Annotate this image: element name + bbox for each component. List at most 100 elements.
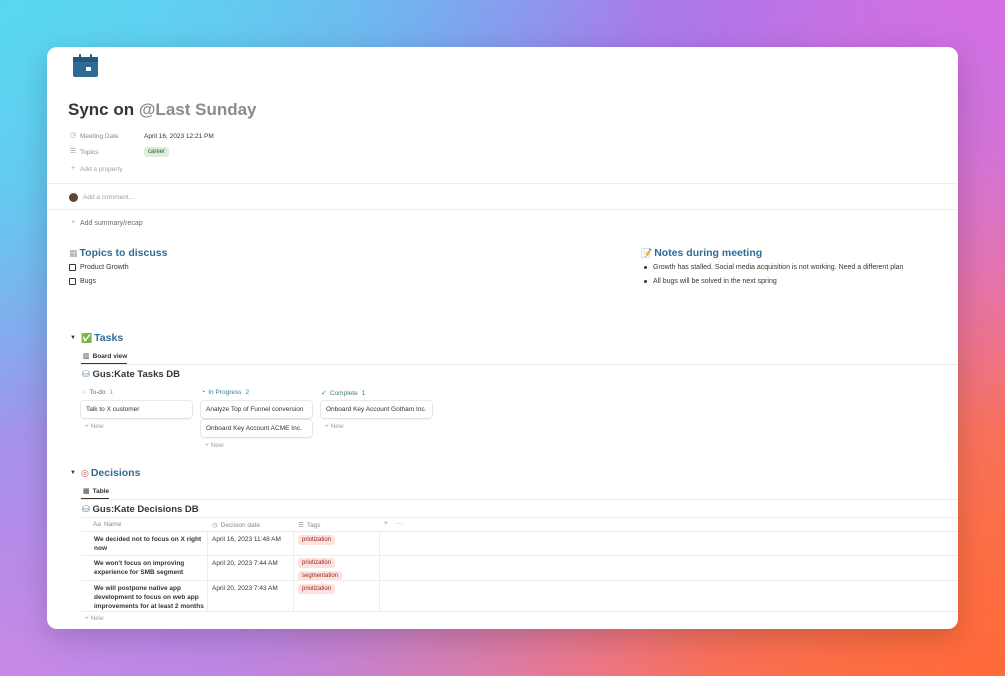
new-label: New (330, 423, 344, 430)
divider (81, 499, 958, 500)
add-column-button[interactable]: + (384, 520, 388, 527)
date-mention[interactable]: @Last Sunday (139, 100, 257, 119)
header-label: Tags (306, 521, 321, 529)
column-name: In Progress (208, 389, 242, 396)
topics-heading[interactable]: ▦ Topics to discuss (69, 247, 167, 259)
decisions-heading-text: Decisions (90, 467, 141, 479)
todo-item[interactable]: Product Growth (69, 264, 129, 271)
decision-date[interactable]: April 20, 2023 7:43 AM (212, 584, 278, 593)
checkbox[interactable] (69, 278, 76, 285)
toggle-down-icon[interactable]: ▼ (70, 470, 76, 476)
page-title-text: Sync on (68, 100, 135, 119)
topic-tag[interactable]: career (144, 147, 170, 157)
topics-heading-text: Topics to discuss (79, 247, 168, 259)
add-property-button[interactable]: + Add a property (69, 162, 123, 176)
decision-date[interactable]: April 20, 2023 7:44 AM (212, 559, 278, 568)
column-name: Complete (329, 389, 358, 397)
new-label: New (90, 423, 104, 430)
property-value[interactable]: April 16, 2023 12:21 PM (144, 133, 214, 140)
notes-heading[interactable]: 📝 Notes during meeting (641, 247, 762, 259)
tasks-heading[interactable]: ▼ ✅ Tasks (70, 332, 123, 344)
new-label: New (210, 442, 224, 449)
header-label: Name (103, 521, 122, 528)
notion-page-window: Sync on @Last Sunday ◷ Meeting Date Apri… (47, 47, 958, 629)
memo-icon: 📝 (641, 247, 653, 258)
bullet-dot (644, 280, 647, 283)
column-header-in-progress[interactable]: ◔ In Progress 2 (201, 389, 249, 396)
column-header-name[interactable]: Aa Name (93, 521, 121, 528)
new-row-button[interactable]: + New (85, 615, 104, 622)
new-task-button[interactable]: + New (85, 423, 104, 430)
column-count: 1 (361, 389, 366, 397)
todo-item[interactable]: Bugs (69, 278, 96, 285)
progress-icon: ◔ (201, 389, 206, 396)
check-mark-icon: ✅ (80, 332, 93, 343)
add-summary-label: Add summary/recap (80, 219, 143, 227)
add-property-label: Add a property (80, 165, 123, 173)
column-header-todo[interactable]: ○ To-do 1 (82, 389, 113, 396)
comment-placeholder: Add a comment... (83, 193, 134, 201)
toggle-down-icon[interactable]: ▼ (70, 335, 76, 341)
column-header-tags[interactable]: ☰ Tags (298, 521, 321, 530)
property-topics[interactable]: ☰ Topics career (69, 145, 170, 159)
task-card[interactable]: Analyze Top of Funnel conversion (201, 401, 312, 418)
add-summary-button[interactable]: + Add summary/recap (69, 216, 143, 230)
row-border (81, 611, 958, 612)
page-title[interactable]: Sync on @Last Sunday (68, 100, 257, 120)
list-icon: ☰ (298, 522, 304, 529)
plus-icon: + (70, 165, 76, 172)
board-icon: ▥ (83, 353, 90, 360)
tasks-heading-text: Tasks (94, 332, 124, 344)
check-circle-icon: ✓ (321, 390, 327, 397)
checkbox[interactable] (69, 264, 76, 271)
circle-icon: ○ (82, 389, 87, 396)
table-view-tab[interactable]: ▦ Table (83, 487, 110, 496)
decisions-db-title[interactable]: ⛁ Gus:Kate Decisions DB (82, 504, 199, 515)
row-border (81, 580, 958, 581)
table-top-border (81, 517, 958, 518)
decision-name[interactable]: We won't focus on improving experience f… (94, 559, 204, 577)
view-tab-label: Table (92, 487, 110, 495)
column-separator (207, 531, 208, 611)
column-count: 1 (109, 389, 114, 396)
new-task-button[interactable]: + New (205, 442, 224, 449)
decision-name[interactable]: We will postpone native app development … (94, 584, 204, 611)
more-options-button[interactable]: ··· (396, 520, 403, 527)
calendar-icon[interactable] (72, 53, 99, 78)
bullet-text: Growth has stalled. Social media acquisi… (653, 264, 904, 271)
column-separator (293, 531, 294, 611)
decision-tags[interactable]: priotization (298, 584, 336, 594)
decisions-heading[interactable]: ▼ ◎ Decisions (70, 467, 140, 479)
task-card[interactable]: Talk to X customer (81, 401, 192, 418)
task-card[interactable]: Onboard Key Account ACME Inc. (201, 420, 312, 437)
table-header-border (81, 531, 958, 532)
row-border (81, 555, 958, 556)
bullet-item[interactable]: Growth has stalled. Social media acquisi… (644, 264, 903, 271)
new-task-button[interactable]: + New (325, 423, 344, 430)
plus-icon: + (70, 219, 76, 226)
tasks-db-title[interactable]: ⛁ Gus:Kate Tasks DB (82, 369, 180, 380)
view-tab-label: Board view (92, 352, 128, 360)
text-icon: Aa (93, 521, 101, 528)
decision-name[interactable]: We decided not to focus on X right now (94, 535, 204, 553)
column-header-decision-date[interactable]: ◷ Decision date (212, 521, 260, 530)
column-count: 2 (245, 389, 250, 396)
board-view-tab[interactable]: ▥ Board view (83, 352, 128, 361)
tag: priotization (298, 584, 336, 594)
column-header-complete[interactable]: ✓ Complete 1 (321, 389, 366, 398)
property-meeting-date[interactable]: ◷ Meeting Date April 16, 2023 12:21 PM (69, 129, 214, 143)
divider (47, 183, 958, 184)
new-label: New (90, 615, 104, 622)
avatar (69, 192, 78, 202)
decision-tags[interactable]: priotization (298, 535, 336, 545)
decision-tags[interactable]: priotization segmentation (298, 558, 343, 581)
db-title-text: Gus:Kate Decisions DB (92, 504, 199, 515)
todo-text: Product Growth (80, 264, 129, 271)
decision-date[interactable]: April 16, 2023 11:48 AM (212, 535, 281, 544)
task-card[interactable]: Onboard Key Account Gotham Inc. (321, 401, 432, 418)
property-label: Topics (80, 148, 99, 156)
property-label: Meeting Date (80, 132, 119, 140)
comment-input[interactable]: Add a comment... (69, 190, 134, 204)
bullet-text: All bugs will be solved in the next spri… (653, 278, 777, 285)
bullet-item[interactable]: All bugs will be solved in the next spri… (644, 278, 777, 285)
